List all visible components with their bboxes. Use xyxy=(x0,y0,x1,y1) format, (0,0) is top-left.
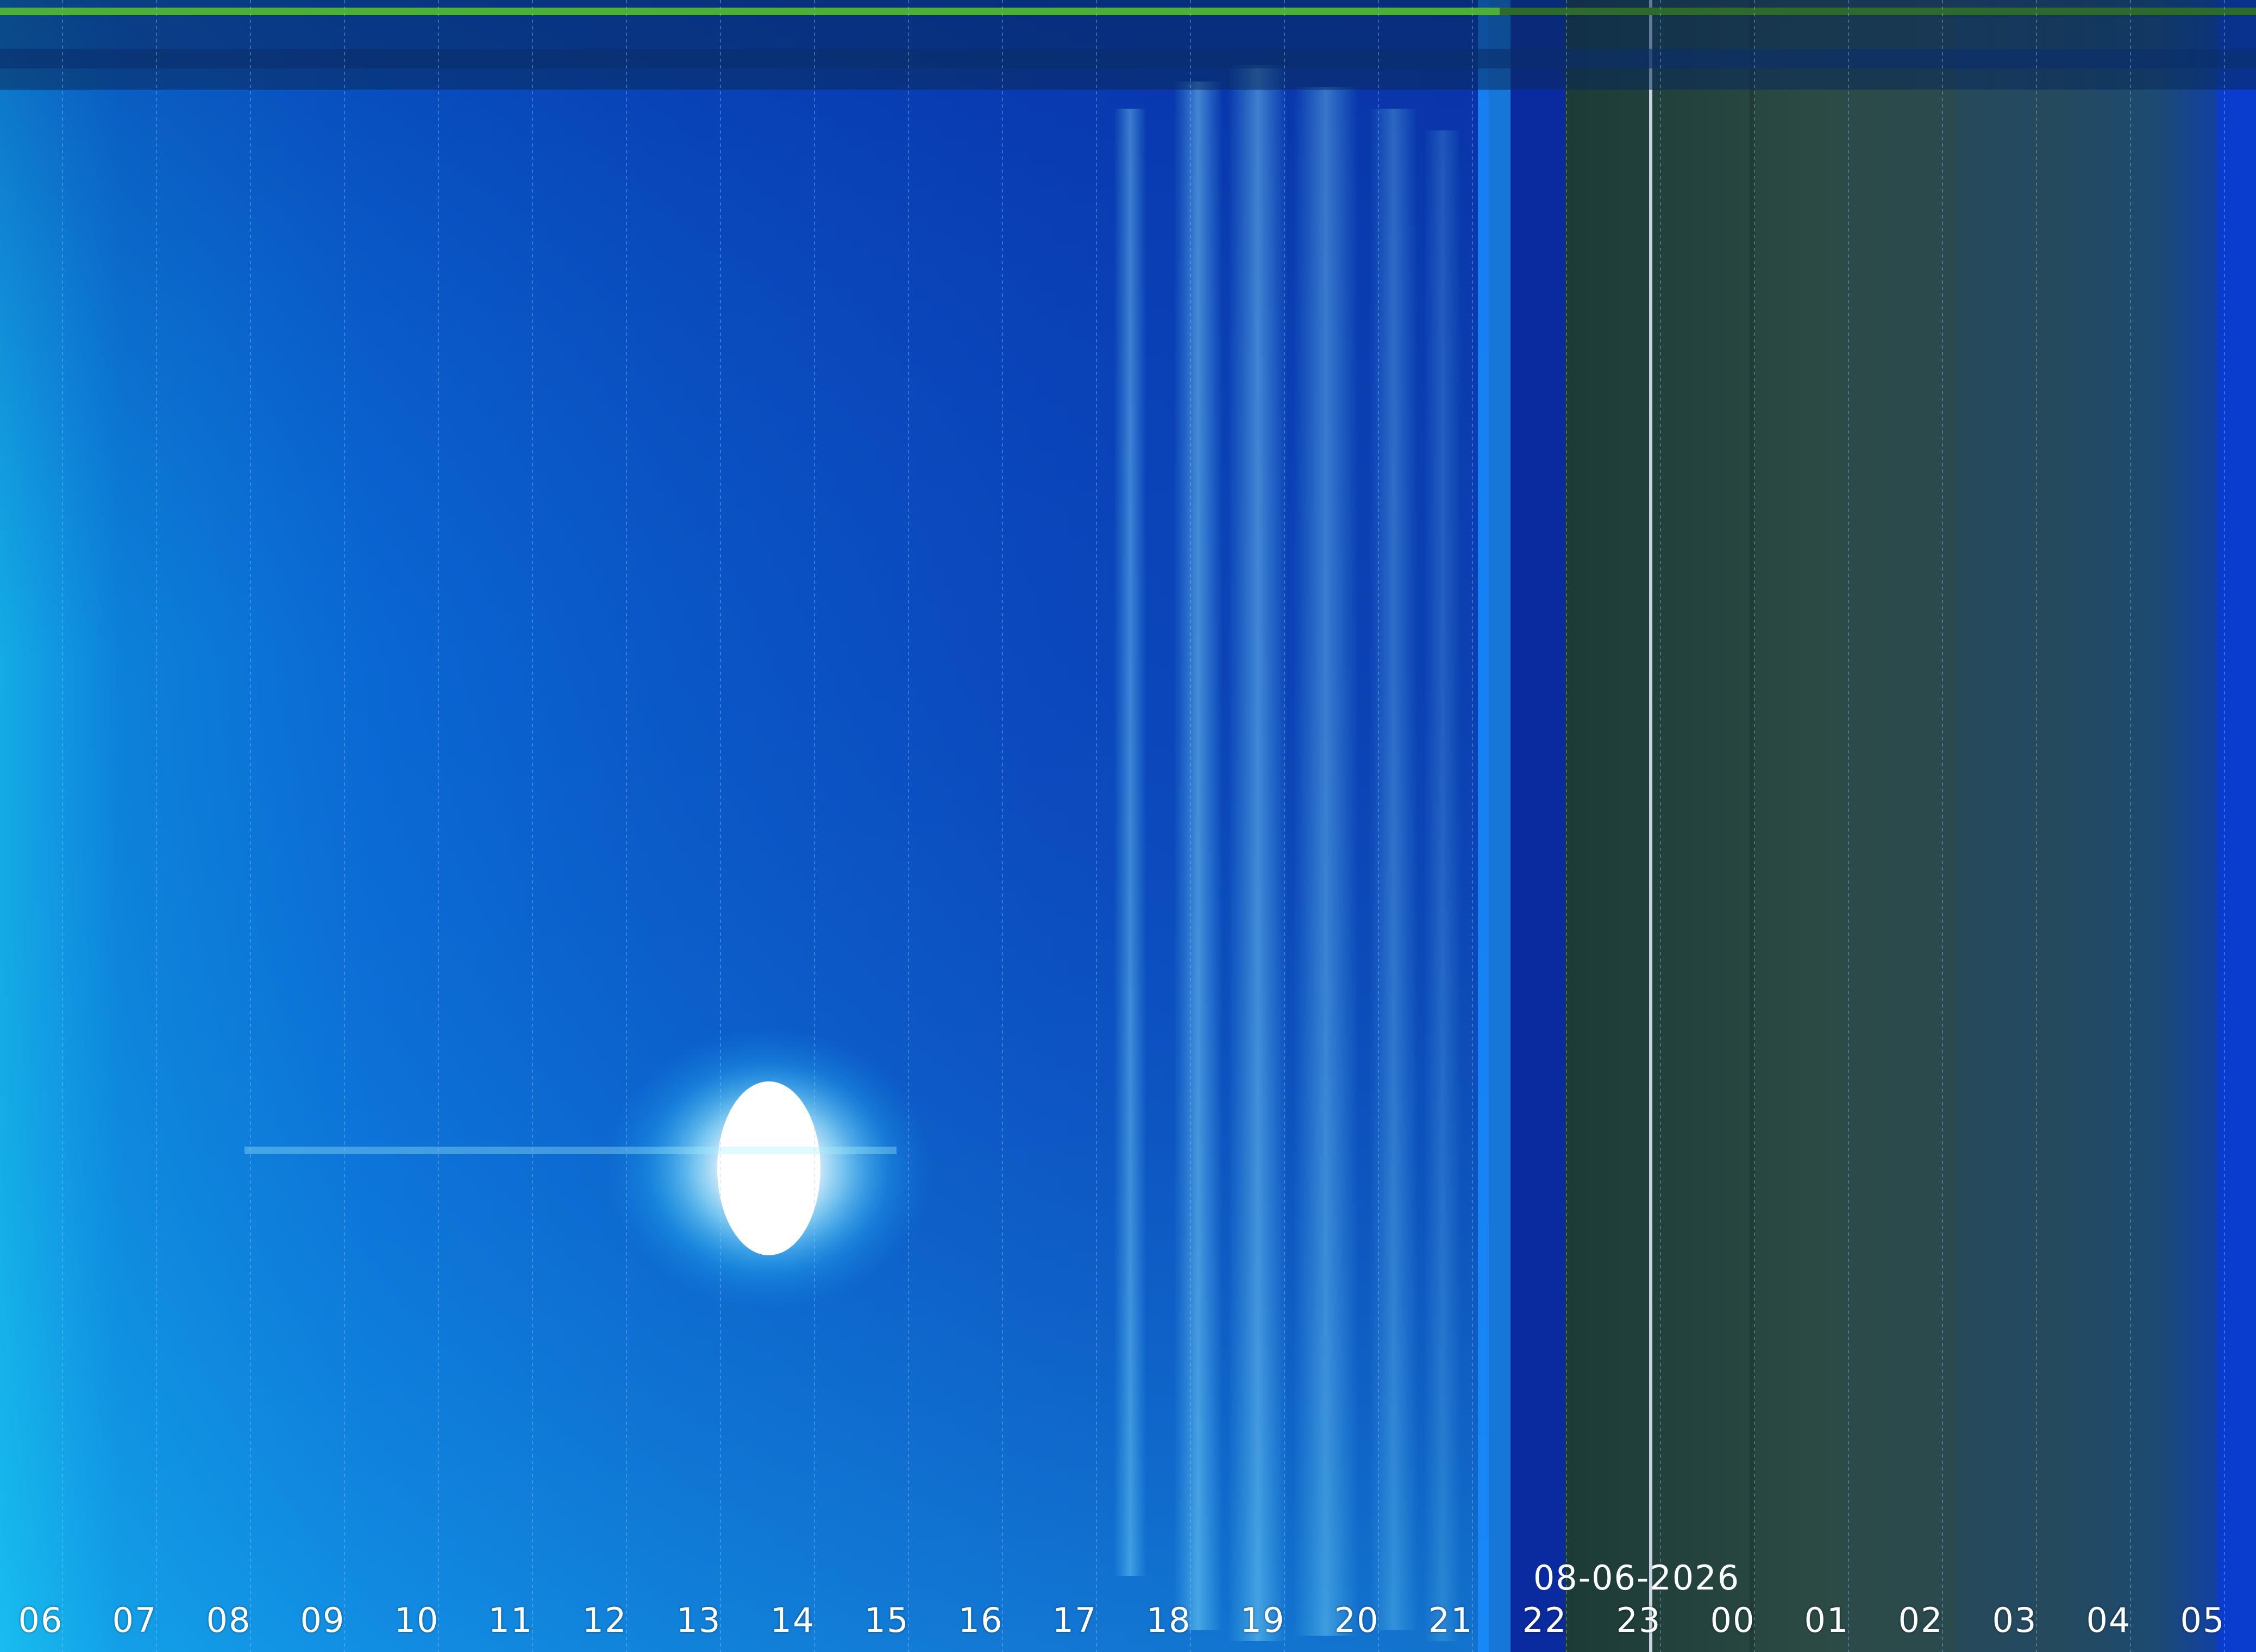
hour-label: 04 xyxy=(2086,1600,2132,1640)
hour-label: 05 xyxy=(2180,1600,2226,1640)
hour-label: 12 xyxy=(582,1600,628,1640)
hour-label: 19 xyxy=(1240,1600,1286,1640)
hour-label: 13 xyxy=(676,1600,722,1640)
top-bar xyxy=(0,8,1500,15)
hour-label: 17 xyxy=(1052,1600,1098,1640)
hour-label: 18 xyxy=(1146,1600,1192,1640)
hour-label: 11 xyxy=(488,1600,534,1640)
hour-label: 03 xyxy=(1992,1600,2038,1640)
twilight-edge xyxy=(1478,0,1511,1652)
hour-label: 00 xyxy=(1710,1600,1756,1640)
keogram-image xyxy=(0,0,2256,1652)
hour-label: 22 xyxy=(1522,1600,1568,1640)
hour-label: 02 xyxy=(1898,1600,1944,1640)
hour-label: 08 xyxy=(206,1600,252,1640)
hour-label: 15 xyxy=(864,1600,910,1640)
hour-label: 21 xyxy=(1428,1600,1474,1640)
hour-label: 10 xyxy=(394,1600,440,1640)
hour-label: 20 xyxy=(1334,1600,1380,1640)
hour-label: 01 xyxy=(1804,1600,1850,1640)
hour-label: 23 xyxy=(1616,1600,1662,1640)
hour-label: 06 xyxy=(18,1600,64,1640)
hour-label: 14 xyxy=(770,1600,816,1640)
date-label: 08-06-2026 xyxy=(1533,1558,1740,1598)
hour-label: 16 xyxy=(958,1600,1004,1640)
night-sky xyxy=(1565,0,2256,1652)
hour-label: 09 xyxy=(300,1600,346,1640)
hour-label: 07 xyxy=(112,1600,158,1640)
